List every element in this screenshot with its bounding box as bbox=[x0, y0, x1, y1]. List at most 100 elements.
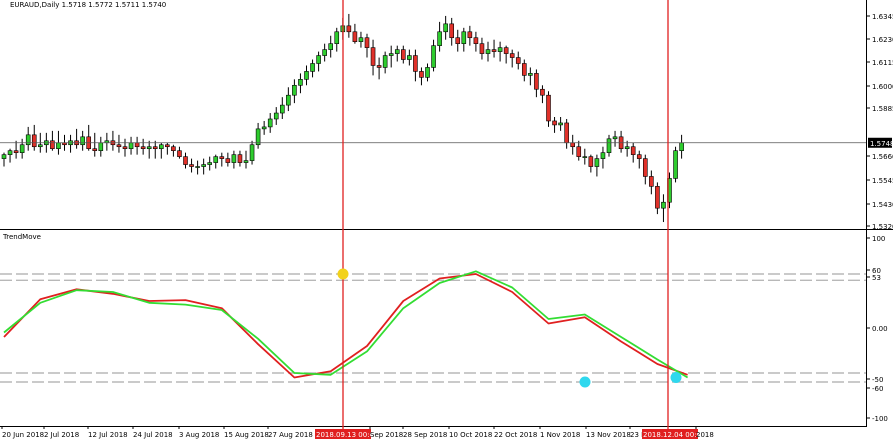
candle-body bbox=[267, 118, 273, 128]
time-label: Sep 2018 bbox=[370, 431, 403, 439]
candle-body bbox=[304, 71, 309, 80]
signal-dot-cyan bbox=[579, 376, 591, 388]
candle-body bbox=[98, 142, 104, 151]
price-tick-label: 1.6230 bbox=[872, 36, 893, 44]
chart-canvas[interactable]: 1.5748 1.6345 1.6230 1.6115 1.6000 1.5885 1.56… bbox=[0, 0, 893, 442]
candle-body bbox=[358, 37, 364, 42]
candle-body bbox=[37, 144, 43, 148]
candle-body bbox=[159, 144, 164, 150]
candle-body bbox=[661, 201, 666, 209]
candle-body bbox=[237, 154, 243, 163]
candle-body bbox=[352, 31, 358, 42]
candle-body bbox=[582, 156, 588, 158]
candle-body bbox=[382, 55, 388, 68]
candle-body bbox=[521, 63, 527, 76]
candle-body bbox=[146, 146, 152, 150]
symbol-title: EURAUD,Daily 1.5718 1.5772 1.5711 1.5740 bbox=[10, 1, 167, 9]
candle-body bbox=[364, 37, 370, 48]
candle-body bbox=[376, 65, 382, 68]
candle-body bbox=[1, 154, 7, 159]
time-label: 28 Sep 2018 bbox=[403, 431, 447, 439]
time-label: 15 Aug 2018 bbox=[224, 431, 269, 439]
candle-body bbox=[177, 150, 182, 157]
candle-body bbox=[261, 126, 267, 130]
chart-window[interactable]: EURAUD,Daily 1.5718 1.5772 1.5711 1.5740… bbox=[0, 0, 893, 442]
indicator-tick-label: 0.00 bbox=[872, 325, 888, 333]
candle-body bbox=[80, 136, 85, 146]
candle-body bbox=[346, 25, 352, 33]
candle-body bbox=[213, 156, 219, 163]
candle-body bbox=[50, 140, 55, 150]
candle-body bbox=[624, 146, 630, 150]
time-label: 20 Jun 2018 bbox=[2, 431, 44, 439]
price-tick-label: 1.5660 bbox=[872, 153, 893, 161]
candle-body bbox=[473, 37, 479, 44]
candle-body bbox=[655, 186, 660, 209]
candle-body bbox=[316, 55, 321, 64]
candle-body bbox=[165, 144, 170, 148]
candle-body bbox=[388, 53, 394, 56]
candle-body bbox=[491, 49, 497, 52]
time-label: 1 Nov 2018 bbox=[540, 431, 580, 439]
candle-body bbox=[636, 154, 642, 159]
candle-body bbox=[328, 43, 334, 50]
candle-body bbox=[122, 146, 128, 150]
price-tick-label: 1.5885 bbox=[872, 105, 893, 113]
indicator-tick-label: 53 bbox=[872, 274, 881, 282]
candle-body bbox=[576, 146, 582, 157]
current-price-label: 1.5748 bbox=[870, 140, 893, 148]
candle-body bbox=[56, 142, 61, 150]
candle-body bbox=[449, 23, 455, 39]
candle-body bbox=[413, 55, 418, 72]
candle-body bbox=[7, 150, 13, 155]
price-tick-label: 1.6115 bbox=[872, 59, 893, 67]
candle-body bbox=[219, 156, 225, 159]
candle-body bbox=[534, 73, 539, 90]
candle-body bbox=[19, 144, 25, 153]
candle-body bbox=[183, 156, 188, 165]
candle-body bbox=[461, 31, 467, 44]
indicator-title: TrendMove bbox=[3, 233, 41, 241]
candle-body bbox=[134, 142, 140, 148]
candle-body bbox=[231, 154, 237, 163]
candle-body bbox=[515, 57, 521, 64]
time-label: 27 Aug 2018 bbox=[268, 431, 313, 439]
candle-body bbox=[195, 166, 200, 168]
candle-body bbox=[558, 122, 563, 126]
time-label: 12 Jul 2018 bbox=[88, 431, 128, 439]
candle-body bbox=[594, 158, 600, 167]
candle-body bbox=[92, 148, 98, 151]
candle-body bbox=[540, 88, 545, 96]
time-label: 10 Oct 2018 bbox=[449, 431, 492, 439]
candle-body bbox=[273, 112, 279, 120]
price-tick-label: 1.5430 bbox=[872, 201, 893, 209]
candle-body bbox=[243, 160, 249, 163]
candle-body bbox=[509, 53, 515, 58]
candle-body bbox=[116, 144, 122, 148]
time-label: 3 Aug 2018 bbox=[179, 431, 219, 439]
price-tick-label: 1.5545 bbox=[872, 177, 893, 185]
candle-body bbox=[588, 156, 594, 167]
candle-body bbox=[570, 142, 576, 148]
candle-body bbox=[25, 134, 31, 146]
candle-body bbox=[679, 142, 684, 151]
price-tick-label: 1.6000 bbox=[872, 83, 893, 91]
candle-body bbox=[225, 158, 231, 163]
candle-body bbox=[292, 84, 297, 96]
candle-body bbox=[400, 49, 406, 60]
candle-body bbox=[207, 162, 212, 165]
signal-dot-yellow bbox=[337, 268, 349, 280]
candle-body bbox=[479, 43, 485, 54]
candle-body bbox=[322, 49, 327, 56]
candle-body bbox=[497, 47, 503, 52]
candle-body bbox=[503, 47, 509, 54]
indicator-tick-label: -100 bbox=[872, 415, 888, 423]
candle-body bbox=[642, 158, 648, 177]
candle-body bbox=[394, 49, 400, 54]
candle-body bbox=[370, 47, 376, 66]
indicator-tick-label: 100 bbox=[872, 235, 885, 243]
candle-body bbox=[279, 104, 285, 114]
time-label: 2 Jul 2018 bbox=[44, 431, 79, 439]
price-tick-label: 1.6345 bbox=[872, 13, 893, 21]
candle-body bbox=[546, 94, 551, 122]
